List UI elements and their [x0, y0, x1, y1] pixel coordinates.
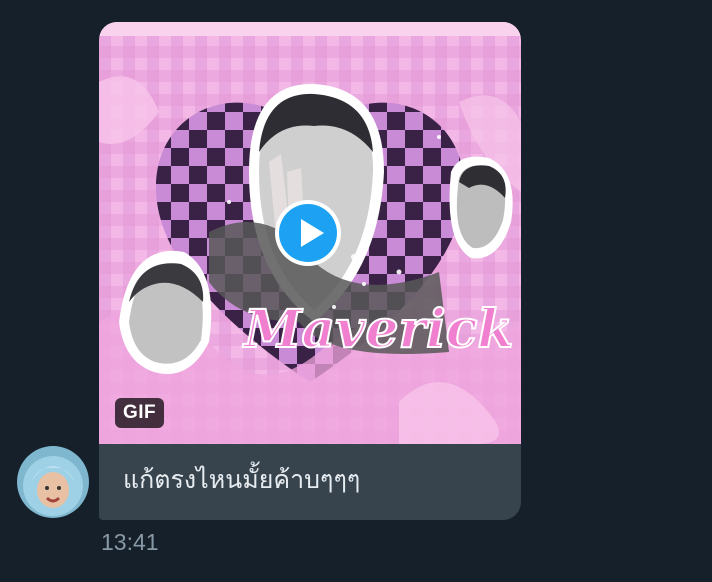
message-timestamp: 13:41	[101, 529, 159, 555]
gif-overlay-title: Maverick	[242, 299, 513, 360]
gif-media[interactable]: Maverick GIF	[99, 22, 521, 444]
message-bubble: Maverick GIF แก้ตรงไหนมั้ยค้าบๆๆๆ	[99, 22, 521, 520]
play-icon	[275, 200, 341, 266]
gif-badge: GIF	[115, 398, 165, 428]
avatar[interactable]	[17, 446, 89, 518]
message-text: แก้ตรงไหนมั้ยค้าบๆๆๆ	[123, 465, 361, 494]
play-button[interactable]	[273, 198, 343, 268]
